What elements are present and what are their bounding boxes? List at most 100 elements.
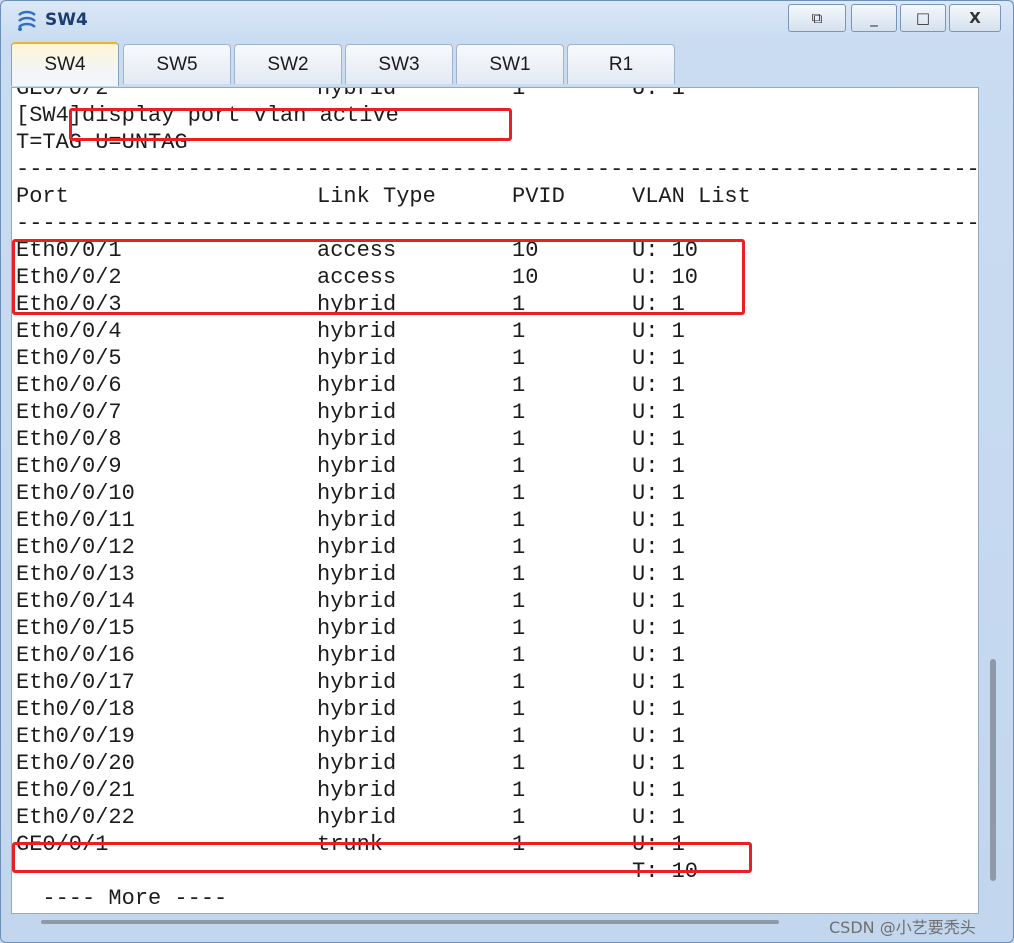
port-row: Eth0/0/7 hybrid 1 U: 1	[12, 399, 978, 426]
header-vlan-list: VLAN List	[632, 184, 751, 209]
port-cell: Eth0/0/17	[16, 670, 135, 695]
pvid-cell: 1	[512, 724, 526, 749]
separator-text: ----------------------------------------…	[16, 211, 979, 236]
pvid-cell: 1	[512, 400, 526, 425]
pvid-cell: 1	[512, 589, 526, 614]
pvid-cell: 1	[512, 562, 526, 587]
port-row: Eth0/0/14 hybrid 1 U: 1	[12, 588, 978, 615]
pvid-cell: 1	[512, 751, 526, 776]
link-type-cell: hybrid	[317, 373, 397, 398]
tab-sw5[interactable]: SW5	[123, 44, 231, 84]
vlan-list-cell: U: 1	[632, 346, 685, 371]
highlight-command	[69, 108, 512, 141]
header-line: Port Link Type PVID VLAN List	[12, 183, 978, 210]
port-cell: Eth0/0/20	[16, 751, 135, 776]
header-port: Port	[16, 184, 69, 209]
vlan-list-cell: U: 1	[632, 87, 685, 101]
separator-line: ----------------------------------------…	[12, 156, 978, 183]
port-row: Eth0/0/18 hybrid 1 U: 1	[12, 696, 978, 723]
port-cell: Eth0/0/19	[16, 724, 135, 749]
port-cell: Eth0/0/16	[16, 643, 135, 668]
header-link-type: Link Type	[317, 184, 436, 209]
tab-sw4[interactable]: SW4	[11, 42, 119, 86]
vlan-list-cell: U: 1	[632, 697, 685, 722]
separator-text: ----------------------------------------…	[16, 157, 979, 182]
port-cell: Eth0/0/22	[16, 805, 135, 830]
port-row: Eth0/0/9 hybrid 1 U: 1	[12, 453, 978, 480]
tab-sw2[interactable]: SW2	[234, 44, 342, 84]
separator-line: ----------------------------------------…	[12, 210, 978, 237]
terminal-line-top: GE0/0/2 hybrid 1 U: 1	[12, 87, 978, 102]
title-bar[interactable]: SW4 ⧉ _ □ X	[1, 1, 1013, 41]
link-type-cell: hybrid	[317, 778, 397, 803]
vlan-list-cell: U: 1	[632, 751, 685, 776]
close-button[interactable]: X	[949, 4, 1001, 32]
link-type-cell: hybrid	[317, 670, 397, 695]
vlan-list-cell: U: 1	[632, 535, 685, 560]
port-row: Eth0/0/17 hybrid 1 U: 1	[12, 669, 978, 696]
link-type-cell: hybrid	[317, 427, 397, 452]
port-cell: Eth0/0/14	[16, 589, 135, 614]
horizontal-scroll-thumb[interactable]	[41, 920, 779, 924]
vlan-list-cell: U: 1	[632, 427, 685, 452]
port-row: Eth0/0/19 hybrid 1 U: 1	[12, 723, 978, 750]
link-type-cell: hybrid	[317, 346, 397, 371]
pvid-cell: 1	[512, 778, 526, 803]
link-type-cell: hybrid	[317, 508, 397, 533]
port-row: Eth0/0/22 hybrid 1 U: 1	[12, 804, 978, 831]
pvid-cell: 1	[512, 805, 526, 830]
maximize-button[interactable]: □	[900, 4, 946, 32]
tab-sw1[interactable]: SW1	[456, 44, 564, 84]
port-row: Eth0/0/13 hybrid 1 U: 1	[12, 561, 978, 588]
vlan-list-cell: U: 1	[632, 724, 685, 749]
pvid-cell: 1	[512, 670, 526, 695]
maximize-icon: □	[915, 9, 931, 27]
pvid-cell: 1	[512, 346, 526, 371]
more-prompt: ---- More ----	[16, 886, 228, 911]
vlan-list-cell: U: 1	[632, 481, 685, 506]
link-type-cell: hybrid	[317, 643, 397, 668]
restore-icon: ⧉	[811, 9, 823, 27]
tab-r1[interactable]: R1	[567, 44, 675, 84]
port-row: Eth0/0/21 hybrid 1 U: 1	[12, 777, 978, 804]
link-type-cell: hybrid	[317, 454, 397, 479]
link-type-cell: hybrid	[317, 562, 397, 587]
close-icon: X	[969, 9, 981, 27]
port-row: Eth0/0/20 hybrid 1 U: 1	[12, 750, 978, 777]
port-cell: Eth0/0/10	[16, 481, 135, 506]
port-cell: Eth0/0/18	[16, 697, 135, 722]
port-cell: GE0/0/2	[16, 87, 109, 101]
window-title: SW4	[45, 10, 88, 30]
port-cell: Eth0/0/7	[16, 400, 122, 425]
port-cell: Eth0/0/9	[16, 454, 122, 479]
port-row: Eth0/0/4 hybrid 1 U: 1	[12, 318, 978, 345]
pvid-cell: 1	[512, 643, 526, 668]
port-row: Eth0/0/11 hybrid 1 U: 1	[12, 507, 978, 534]
pvid-cell: 1	[512, 481, 526, 506]
terminal-output[interactable]: GE0/0/2 hybrid 1 U: 1 [SW4]display port …	[11, 87, 979, 914]
vlan-list-cell: U: 1	[632, 454, 685, 479]
pvid-cell: 1	[512, 616, 526, 641]
pvid-cell: 1	[512, 373, 526, 398]
vlan-list-cell: U: 1	[632, 805, 685, 830]
port-row: Eth0/0/8 hybrid 1 U: 1	[12, 426, 978, 453]
restore-button[interactable]: ⧉	[788, 4, 846, 32]
port-cell: Eth0/0/13	[16, 562, 135, 587]
vertical-scroll-thumb[interactable]	[990, 659, 996, 881]
vlan-list-cell: U: 1	[632, 778, 685, 803]
port-cell: Eth0/0/4	[16, 319, 122, 344]
vertical-scrollbar[interactable]	[987, 89, 1005, 911]
vlan-list-cell: U: 1	[632, 373, 685, 398]
tab-sw3[interactable]: SW3	[345, 44, 453, 84]
pvid-cell: 1	[512, 319, 526, 344]
network-switch-icon	[18, 10, 36, 31]
port-cell: Eth0/0/15	[16, 616, 135, 641]
minimize-button[interactable]: _	[851, 4, 897, 32]
port-row: Eth0/0/15 hybrid 1 U: 1	[12, 615, 978, 642]
port-row: Eth0/0/10 hybrid 1 U: 1	[12, 480, 978, 507]
port-row: Eth0/0/12 hybrid 1 U: 1	[12, 534, 978, 561]
pvid-cell: 1	[512, 87, 526, 101]
vlan-list-cell: U: 1	[632, 643, 685, 668]
terminal-window: SW4 ⧉ _ □ X SW4 SW5 SW2 SW3 SW1 R1 GE0/0…	[0, 0, 1014, 943]
port-cell: Eth0/0/8	[16, 427, 122, 452]
